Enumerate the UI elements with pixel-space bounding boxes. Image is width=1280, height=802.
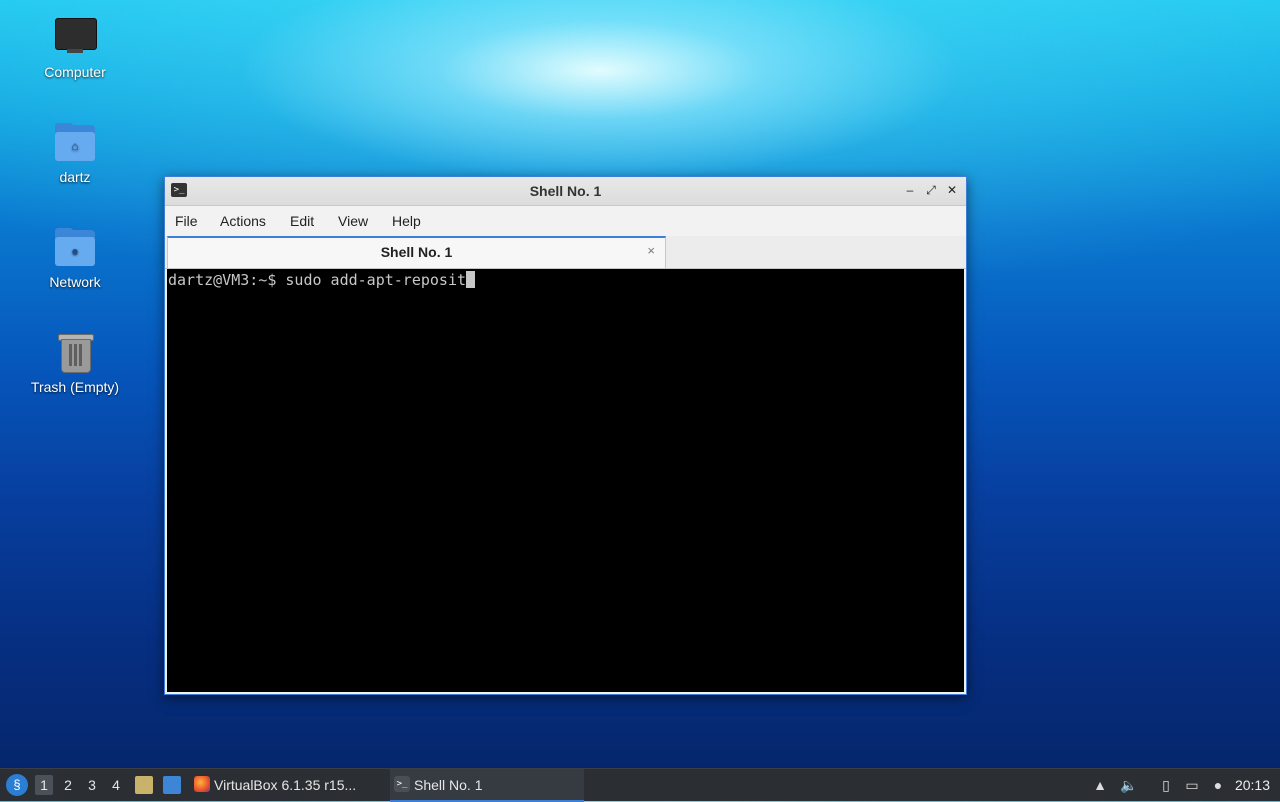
trash-icon xyxy=(53,331,97,375)
volume-icon[interactable]: 🔈 xyxy=(1120,777,1137,793)
tab-bar: Shell No. 1 × xyxy=(165,236,966,269)
terminal-command: sudo add-apt-reposit xyxy=(285,271,467,289)
computer-icon xyxy=(53,16,97,60)
menu-help[interactable]: Help xyxy=(392,213,421,229)
desktop-icon-label: Computer xyxy=(44,64,106,80)
desktop-icon-home[interactable]: ⌂ dartz xyxy=(20,121,130,185)
terminal-cursor xyxy=(466,271,476,288)
task-virtualbox[interactable]: VirtualBox 6.1.35 r15... xyxy=(190,769,404,800)
workspace-2[interactable]: 2 xyxy=(59,769,77,801)
tab-label: Shell No. 1 xyxy=(380,244,453,260)
home-folder-icon: ⌂ xyxy=(53,121,97,165)
task-shell[interactable]: >_ Shell No. 1 xyxy=(390,769,584,802)
desktop-icon-computer[interactable]: Computer xyxy=(20,16,130,80)
desktop-icon-label: Network xyxy=(49,274,101,290)
task-label: VirtualBox 6.1.35 r15... xyxy=(214,777,357,793)
terminal-prompt: dartz@VM3:~$ xyxy=(168,271,286,289)
menubar: File Actions Edit View Help xyxy=(165,206,966,236)
tab-shell-1[interactable]: Shell No. 1 × xyxy=(167,236,666,268)
taskbar: § 1 2 3 4 VirtualBox 6.1.35 r15... >_ Sh… xyxy=(0,768,1280,802)
window-title: Shell No. 1 xyxy=(529,183,602,199)
workspace-3[interactable]: 3 xyxy=(83,769,101,801)
terminal-window: >_ Shell No. 1 – ⤢ ✕ File Actions Edit V… xyxy=(164,176,967,695)
file-manager-icon[interactable] xyxy=(135,776,153,794)
show-desktop-icon[interactable] xyxy=(163,776,181,794)
network-icon[interactable]: ▭ xyxy=(1184,777,1200,793)
desktop-icon-label: dartz xyxy=(59,169,91,185)
tab-close-icon[interactable]: × xyxy=(647,243,655,258)
firefox-icon xyxy=(194,776,210,792)
menu-file[interactable]: File xyxy=(175,213,198,229)
update-notifier-icon[interactable]: ● xyxy=(1210,777,1226,793)
menu-actions[interactable]: Actions xyxy=(220,213,266,229)
task-label: Shell No. 1 xyxy=(414,777,483,793)
tray-expand-icon[interactable]: ▲ xyxy=(1092,777,1108,793)
terminal-area[interactable]: dartz@VM3:~$ sudo add-apt-reposit xyxy=(167,269,964,692)
menu-edit[interactable]: Edit xyxy=(290,213,314,229)
maximize-button[interactable]: ⤢ xyxy=(923,182,939,198)
clock[interactable]: 20:13 xyxy=(1235,769,1270,801)
close-button[interactable]: ✕ xyxy=(944,182,960,198)
menu-view[interactable]: View xyxy=(338,213,368,229)
window-titlebar[interactable]: >_ Shell No. 1 – ⤢ ✕ xyxy=(165,177,966,206)
terminal-icon: >_ xyxy=(394,776,410,792)
network-folder-icon: ● xyxy=(53,226,97,270)
minimize-button[interactable]: – xyxy=(902,182,918,198)
start-menu-icon[interactable]: § xyxy=(6,774,28,796)
workspace-1[interactable]: 1 xyxy=(35,775,53,795)
desktop-icon-trash[interactable]: Trash (Empty) xyxy=(20,331,130,395)
desktop-icon-label: Trash (Empty) xyxy=(30,379,120,395)
workspace-4[interactable]: 4 xyxy=(107,769,125,801)
clipboard-icon[interactable]: ▯ xyxy=(1158,777,1174,793)
desktop-icon-network[interactable]: ● Network xyxy=(20,226,130,290)
